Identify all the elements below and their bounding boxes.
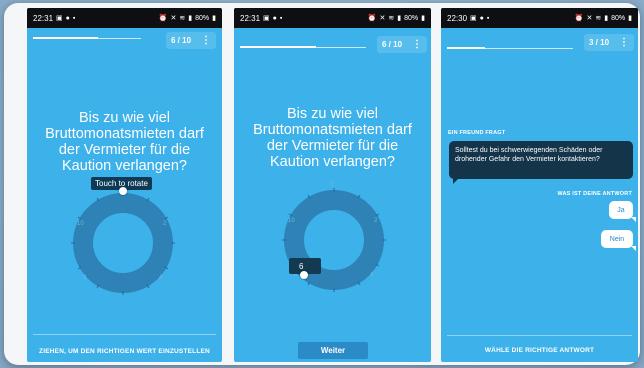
status-time: 22:31 [240, 13, 261, 23]
svg-text:10: 10 [77, 221, 84, 227]
bubble-tail [631, 217, 636, 222]
status-bar: 22:31 ▣ ● ▪ ⏰ ✕ ≋ ▮ 80% ▮ [234, 8, 431, 28]
svg-text:4: 4 [370, 272, 374, 278]
status-time: 22:30 [447, 13, 468, 23]
battery-icon: ▮ [421, 15, 425, 22]
mic-icon: ● [65, 14, 70, 22]
friend-label: EIN FREUND FRAGT [448, 130, 506, 136]
answer-ja-label: Ja [617, 206, 625, 214]
answer-ja-button[interactable]: Ja [609, 201, 636, 222]
bubble-tail [631, 246, 636, 251]
friend-message: Solltest du bei schwerwiegenden Schäden … [455, 147, 603, 163]
mic-icon: ● [479, 14, 484, 22]
gallery-icon: ▪ [486, 14, 490, 22]
progress-fill [240, 46, 316, 48]
notification-icon: ▣ [263, 15, 270, 22]
progress-fill [447, 47, 485, 49]
bottom-divider [33, 334, 216, 335]
battery-percent: 80% [611, 14, 626, 22]
mic-icon: ● [272, 14, 277, 22]
next-button[interactable]: Weiter [298, 342, 368, 359]
signal-icon: ▮ [397, 15, 402, 22]
svg-text:10: 10 [288, 218, 295, 224]
more-vert-icon[interactable]: ⋮ [201, 35, 211, 46]
battery-icon: ▮ [212, 15, 216, 22]
progress-track [447, 47, 573, 49]
question-counter[interactable]: 3 / 10 ⋮ [584, 34, 634, 51]
wifi-icon: ≋ [595, 15, 602, 22]
alarm-icon: ⏰ [158, 15, 168, 22]
phone-screen-3: 22:30 ▣ ● ▪ ⏰ ✕ ≋ ▮ 80% ▮ 3 / 10 ⋮ EIN F… [441, 8, 638, 362]
notification-icon: ▣ [56, 15, 63, 22]
counter-text: 3 / 10 [589, 38, 610, 47]
gallery-icon: ▪ [279, 14, 283, 22]
phone-screen-2: 22:31 ▣ ● ▪ ⏰ ✕ ≋ ▮ 80% ▮ 6 / 10 ⋮ Bis z… [234, 8, 431, 362]
selected-value: 6 [299, 261, 304, 271]
wifi-icon: ≋ [179, 15, 186, 22]
drag-hint: ZIEHEN, UM DEN RICHTIGEN WERT EINZUSTELL… [39, 348, 210, 355]
question-counter[interactable]: 6 / 10 ⋮ [377, 36, 427, 53]
rotary-dial[interactable]: 10 2 8 4 [71, 191, 175, 295]
counter-text: 6 / 10 [171, 36, 192, 45]
status-bar: 22:31 ▣ ● ▪ ⏰ ✕ ≋ ▮ 80% ▮ [27, 8, 222, 28]
status-bar: 22:30 ▣ ● ▪ ⏰ ✕ ≋ ▮ 80% ▮ [441, 8, 638, 28]
choose-answer-hint: WÄHLE DIE RICHTIGE ANTWORT [484, 347, 595, 354]
battery-percent: 80% [195, 14, 210, 22]
question-text: Bis zu wie viel Bruttomonatsmieten darf … [253, 106, 412, 170]
answer-nein-label: Nein [609, 235, 625, 243]
notification-icon: ▣ [470, 15, 477, 22]
dial-top-marker: 0 [330, 181, 334, 188]
mute-icon: ✕ [586, 15, 593, 22]
wifi-icon: ≋ [388, 15, 395, 22]
mute-icon: ✕ [379, 15, 386, 22]
phone-screen-1: 22:31 ▣ ● ▪ ⏰ ✕ ≋ ▮ 80% ▮ 6 / 10 ⋮ Bis z… [27, 8, 222, 362]
counter-text: 6 / 10 [382, 40, 403, 49]
bubble-tail [453, 178, 459, 184]
alarm-icon: ⏰ [574, 15, 584, 22]
more-vert-icon[interactable]: ⋮ [619, 37, 629, 48]
mute-icon: ✕ [170, 15, 177, 22]
answer-nein-button[interactable]: Nein [601, 230, 636, 251]
question-counter[interactable]: 6 / 10 ⋮ [166, 32, 216, 49]
friend-message-bubble: Solltest du bei schwerwiegenden Schäden … [449, 141, 633, 184]
dial-handle[interactable] [300, 271, 308, 279]
battery-icon: ▮ [628, 15, 632, 22]
progress-track [240, 46, 366, 48]
rotary-dial[interactable]: 10 2 8 4 [282, 188, 386, 292]
answer-label: WAS IST DEINE ANTWORT [557, 191, 632, 197]
progress-track [33, 37, 141, 39]
gallery-icon: ▪ [72, 14, 76, 22]
alarm-icon: ⏰ [367, 15, 377, 22]
status-time: 22:31 [33, 13, 54, 23]
question-text: Bis zu wie viel Bruttomonatsmieten darf … [45, 110, 204, 174]
svg-text:4: 4 [159, 275, 163, 281]
bottom-divider [447, 335, 632, 336]
signal-icon: ▮ [604, 15, 609, 22]
battery-percent: 80% [404, 14, 419, 22]
more-vert-icon[interactable]: ⋮ [412, 39, 422, 50]
dial-handle[interactable] [119, 187, 127, 195]
progress-fill [33, 37, 98, 39]
signal-icon: ▮ [188, 15, 193, 22]
